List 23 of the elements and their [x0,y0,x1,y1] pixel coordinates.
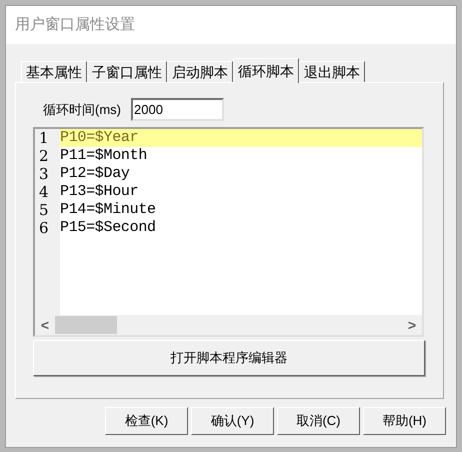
dialog-button[interactable]: 检查(K) [105,407,188,435]
dialog-button[interactable]: 取消(C) [277,407,360,435]
input-field[interactable]: 2000 [131,98,224,121]
window-title: 用户窗口属性设置 [15,14,135,35]
tab[interactable]: 启动脚本 [167,61,233,82]
code-line[interactable]: P14=$Minute [60,201,422,219]
code-line[interactable]: P12=$Day [60,165,422,183]
field-label: 循环时间(ms) [42,100,122,119]
tab[interactable]: 基本属性 [21,61,87,82]
code-line[interactable]: P15=$Second [60,219,422,237]
tab[interactable]: 循环脚本 [233,58,299,83]
tab[interactable]: 退出脚本 [299,61,365,82]
scroll-left-button[interactable]: < [35,314,55,336]
dialog-button[interactable]: 确认(Y) [191,407,274,435]
code-line[interactable]: P11=$Month [60,147,422,165]
horizontal-scrollbar[interactable]: < > [35,315,422,335]
open-editor-button[interactable]: 打开脚本程序编辑器 [33,340,425,376]
dialog-button[interactable]: 帮助(H) [363,407,446,435]
script-editor[interactable]: 1 P10=$Year 2 P11=$Month 3 P12=$Day 4 P13=$Hour 5 P14=$Minute 6 P15=$Second < > [33,127,424,337]
code-line[interactable]: P13=$Hour [60,183,422,201]
tab[interactable]: 子窗口属性 [87,61,167,82]
scrollbar-thumb[interactable] [55,316,117,334]
scroll-right-button[interactable]: > [402,314,422,336]
